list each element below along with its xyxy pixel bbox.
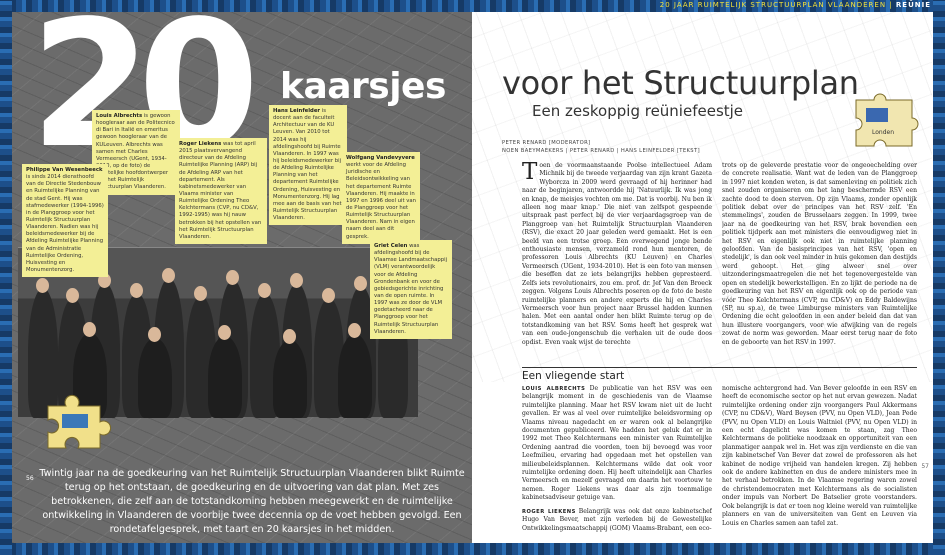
speaker-label: LOUIS ALBRECHTS — [522, 386, 586, 392]
bio-text: was tot april 2015 plaatsvervangend dire… — [179, 141, 262, 240]
article-text: oen de voormaanstaande Poolse intellectu… — [522, 162, 712, 346]
bio-note-leinfelder: Hans Leinfelder is docent aan de faculte… — [269, 105, 347, 226]
running-head: 20 JAAR RUIMTELIJK STRUCTUURPLAN VLAANDE… — [659, 1, 931, 9]
credits-authors: NOEN BAEYMAEKERS | PETER RENARD | HANS L… — [502, 147, 700, 154]
bio-note-vandevyvere: Wolfgang Vandevyvere werkt voor de Afdel… — [342, 152, 420, 244]
article-column-2: trots op de geleverde prestatie voor de … — [722, 162, 917, 360]
article-text: De publicatie van het RSV was een belang… — [522, 385, 712, 502]
bio-note-van-wesenbeeck: Philippe Van Wesenbeeck is sinds 2014 di… — [22, 164, 108, 278]
section-heading: Een vliegende start — [522, 367, 917, 382]
right-page: voor het Structuurplan Een zeskoppig reü… — [472, 12, 933, 543]
bio-text: is sinds 2014 diensthoofd van de Directi… — [26, 174, 104, 273]
bio-text: was afdelingshoofd bij de Vlaamse Landma… — [374, 243, 448, 335]
page-number-right: 57 — [921, 463, 929, 470]
bio-note-celen: Griet Celen was afdelingshoofd bij de Vl… — [370, 240, 452, 339]
puzzle-piece-icon — [47, 394, 112, 449]
puzzle-label: Londen — [872, 129, 894, 136]
speaker-label: ROGER LIEKENS — [522, 508, 576, 515]
tile-border-bottom — [0, 543, 945, 555]
article-column-1: Toen de voormaanstaande Poolse intellect… — [522, 162, 712, 360]
puzzle-piece-icon: Londen — [855, 93, 919, 147]
headline-word: kaarsjes — [280, 66, 446, 107]
bio-name: Roger Liekens — [179, 141, 222, 147]
credits-moderator: PETER RENARD [MODERATOR] — [502, 140, 591, 146]
bio-name: Wolfgang Vandevyvere — [346, 155, 415, 161]
magazine-spread: 20 JAAR RUIMTELIJK STRUCTUURPLAN VLAANDE… — [0, 0, 945, 555]
credits: PETER RENARD [MODERATOR] NOEN BAEYMAEKER… — [502, 140, 700, 156]
running-head-section: REÜNIE — [895, 1, 931, 9]
intro-paragraph: Twintig jaar na de goedkeuring van het R… — [39, 468, 465, 535]
article-text: nomische achtergrond had. Van Bever gelo… — [722, 385, 917, 527]
headline: voor het Structuurplan — [502, 64, 859, 102]
drop-cap: T — [522, 162, 538, 185]
subheadline: Een zeskoppig reüniefeestje — [532, 102, 744, 120]
article-column-3: LOUIS ALBRECHTS De publicatie van het RS… — [522, 385, 712, 540]
article-column-4: nomische achtergrond had. Van Bever gelo… — [722, 385, 917, 540]
bio-name: Philippe Van Wesenbeeck — [26, 167, 103, 173]
page-number-left: 56 — [26, 475, 34, 482]
bio-name: Hans Leinfelder — [273, 108, 321, 114]
bio-text: werkt voor de Afdeling Juridische en Bel… — [346, 162, 416, 240]
tile-border-right — [933, 0, 945, 555]
bio-text: is docent aan de faculteit Architectuur … — [273, 108, 342, 222]
article-text: trots op de geleverde prestatie voor de … — [722, 162, 917, 346]
bio-name: Griet Celen — [374, 243, 408, 249]
bio-note-liekens: Roger Liekens was tot april 2015 plaatsv… — [175, 138, 267, 244]
bio-name: Louis Albrechts — [96, 113, 143, 119]
running-head-text: 20 JAAR RUIMTELIJK STRUCTUURPLAN VLAANDE… — [659, 1, 887, 9]
tile-border-left — [0, 0, 12, 555]
left-page: 20 kaarsjes Louis Albrechts is gewoon ho… — [12, 12, 472, 543]
